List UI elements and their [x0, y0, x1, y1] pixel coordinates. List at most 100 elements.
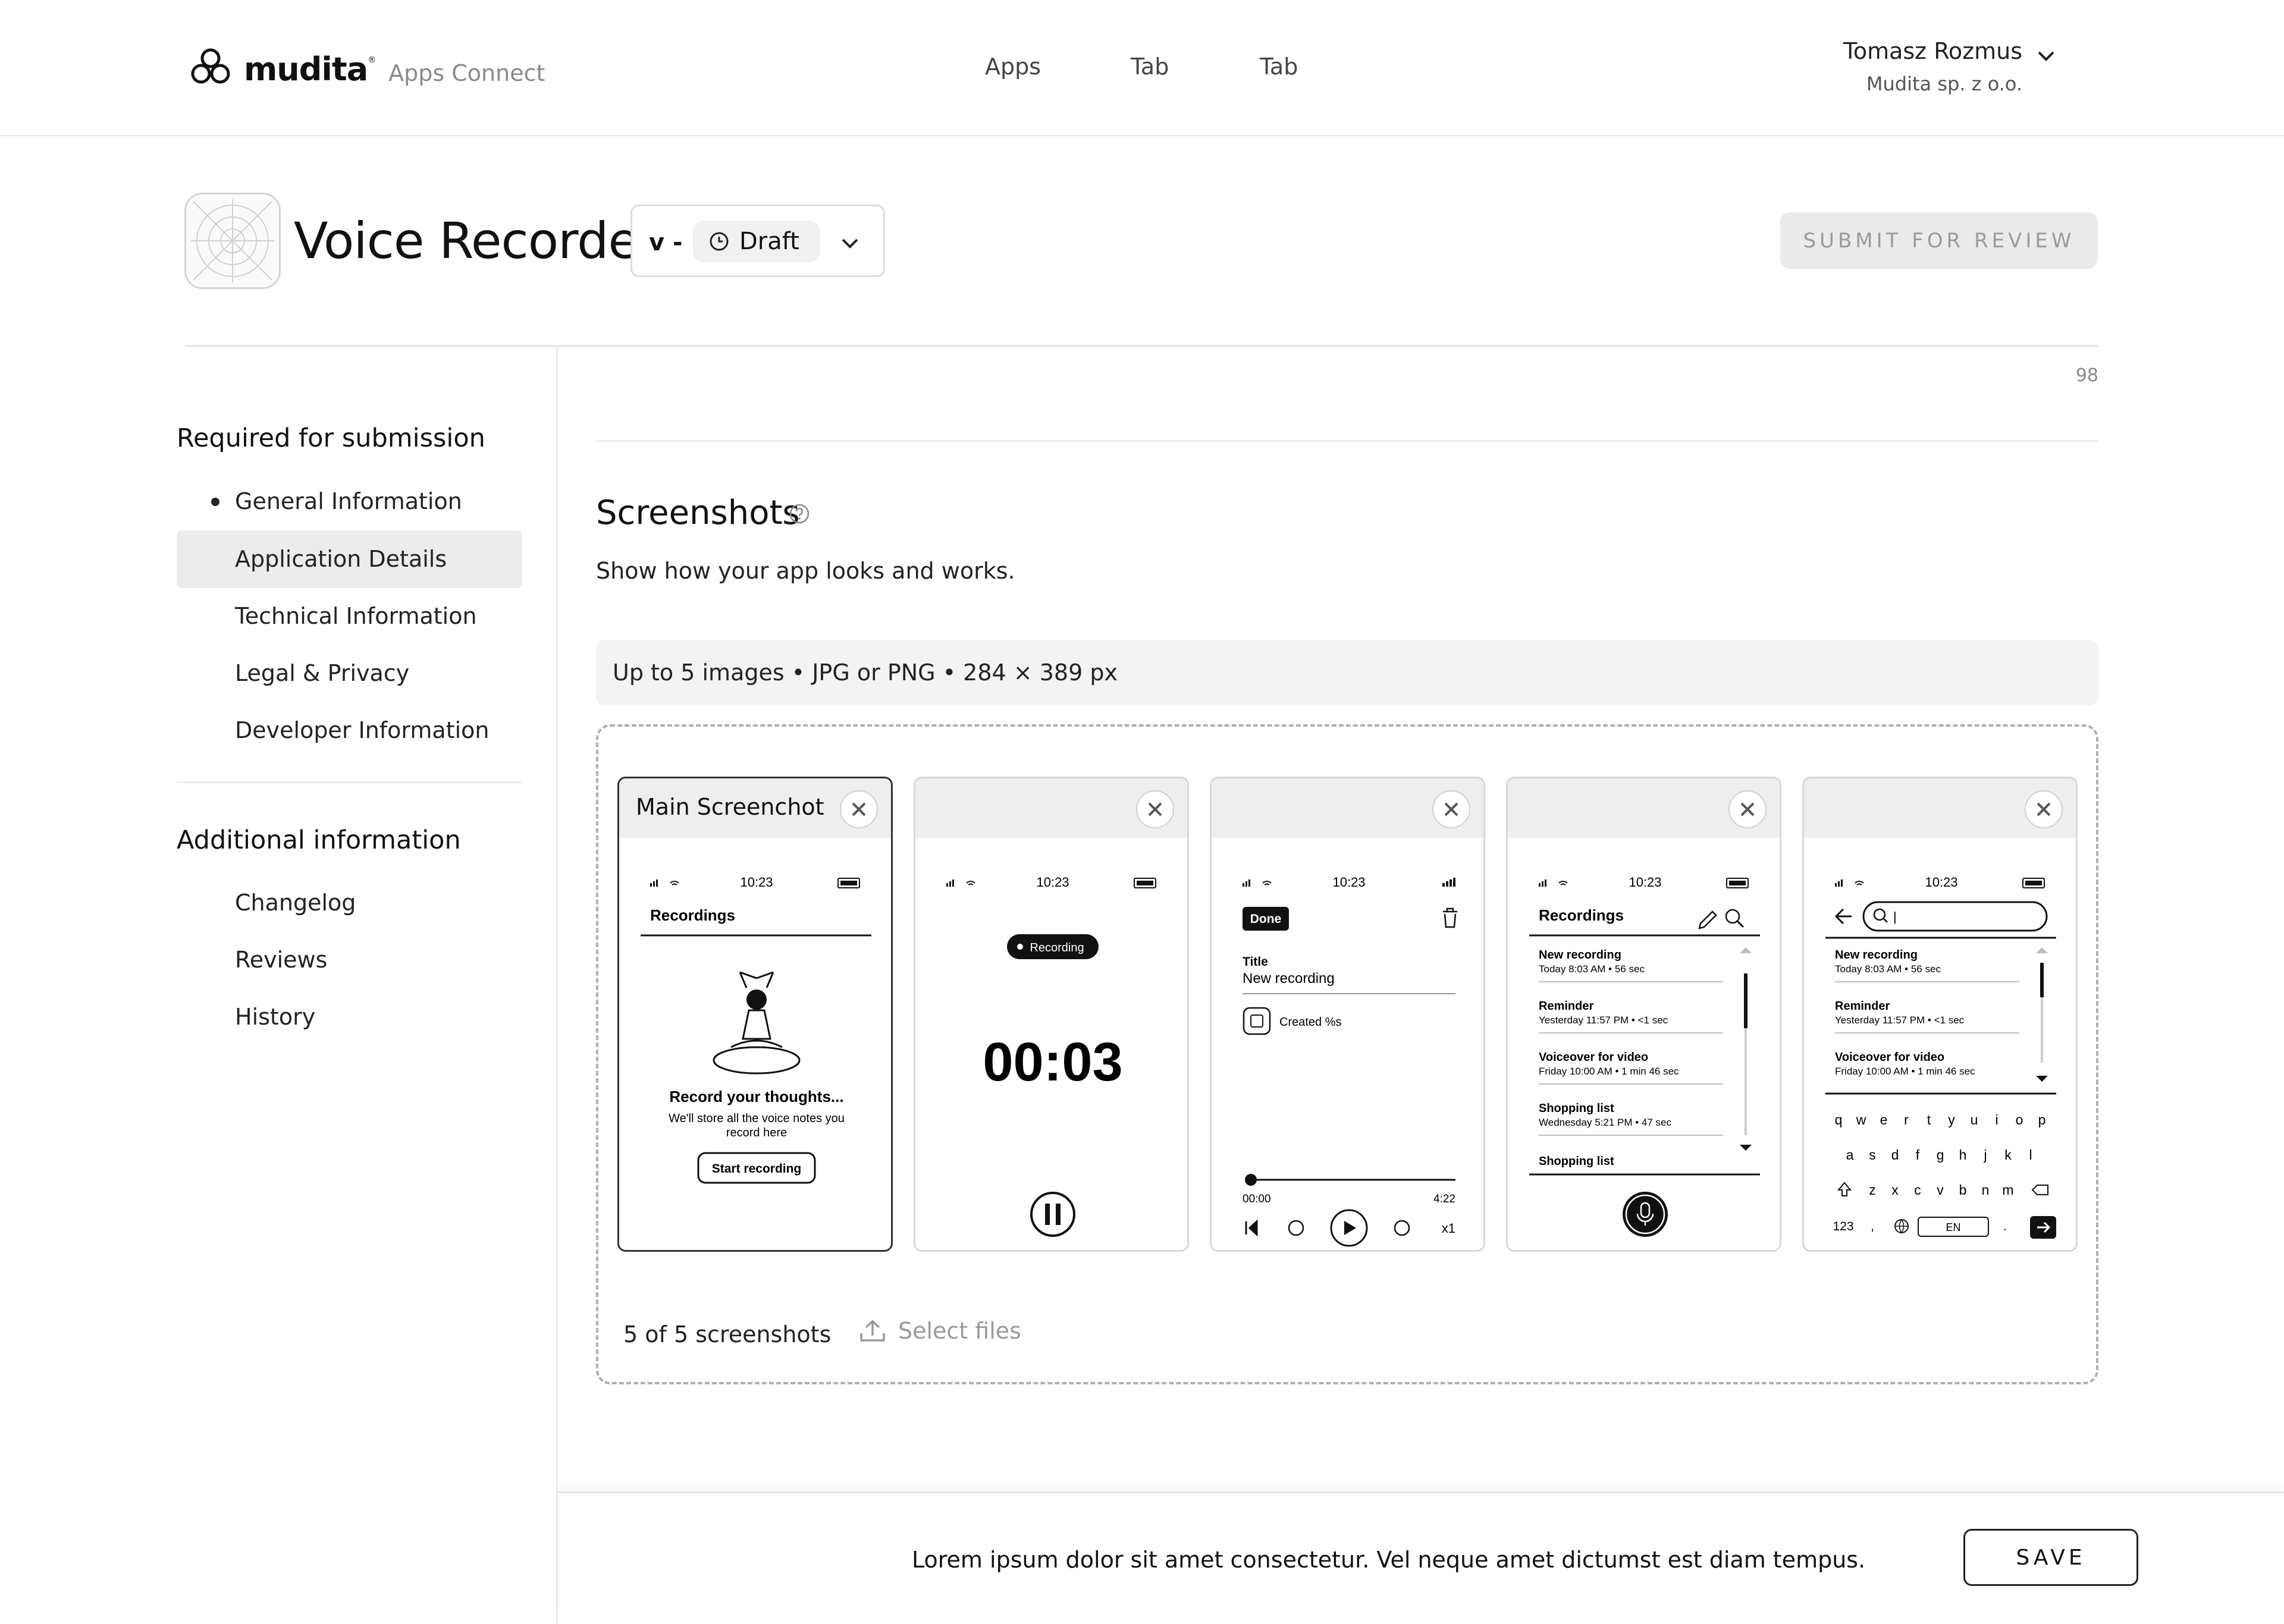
- remove-screenshot-button[interactable]: [1728, 790, 1767, 828]
- forward-icon: [1394, 1220, 1410, 1236]
- screenshot-preview: 10:23 Recordings Record your thoughts...…: [641, 875, 871, 1184]
- screenshot-preview: 10:23 Done Title New recording Created %…: [1243, 875, 1457, 1247]
- meditation-illustration-icon: [713, 971, 801, 1075]
- key: n: [1982, 1182, 1990, 1198]
- screenshot-preview: 10:23 | New recording Today 8:03 AM • 56…: [1825, 875, 2056, 1239]
- screenshot-dropzone[interactable]: Main Screenchot 10:23 Recordings Record …: [596, 724, 2098, 1384]
- remove-screenshot-button[interactable]: [2025, 790, 2063, 828]
- start-recording-label: Start recording: [712, 1162, 802, 1176]
- key: q: [1835, 1112, 1843, 1127]
- screenshot-preview: 10:23 Recording 00:03: [946, 875, 1156, 1237]
- list-item-meta: Friday 10:00 AM • 1 min 46 sec: [1539, 1066, 1679, 1077]
- logo[interactable]: mudita® Apps Connect: [188, 46, 545, 92]
- version-selector[interactable]: v - Draft: [630, 205, 885, 277]
- sidebar-item-changelog[interactable]: Changelog: [177, 874, 522, 932]
- empty-line-2: record here: [726, 1126, 787, 1139]
- status-time: 10:23: [1332, 875, 1365, 890]
- comma-key: ,: [1871, 1220, 1874, 1233]
- screenshot-card-title: Main Screenchot: [636, 794, 824, 820]
- screenshot-card-3[interactable]: 10:23 Done Title New recording Created %…: [1210, 777, 1485, 1252]
- sidebar-item-label: Reviews: [235, 947, 328, 973]
- created-label: Created %s: [1279, 1016, 1342, 1029]
- sidebar-item-label: General Information: [235, 488, 462, 514]
- key: h: [1959, 1147, 1967, 1163]
- list-item-name: Reminder: [1539, 1000, 1593, 1013]
- nav-tab-2[interactable]: Tab: [1260, 54, 1298, 80]
- backspace-icon: [2031, 1185, 2048, 1195]
- recording-badge: Recording: [1030, 941, 1084, 954]
- key: o: [2016, 1112, 2023, 1127]
- remove-screenshot-button[interactable]: [1136, 790, 1174, 828]
- current-dot: [211, 498, 219, 506]
- list-item-name: Voiceover for video: [1835, 1051, 1944, 1064]
- screenshot-card-1[interactable]: Main Screenchot 10:23 Recordings Record …: [617, 777, 893, 1252]
- sidebar-item-label: Application Details: [235, 546, 447, 572]
- section-description: Show how your app looks and works.: [596, 558, 1015, 584]
- recording-timer: 00:03: [983, 1032, 1122, 1092]
- divider: [596, 440, 2098, 442]
- top-header: mudita® Apps Connect Apps Tab Tab Tomasz…: [0, 0, 2284, 136]
- sidebar-heading-additional: Additional information: [177, 825, 461, 855]
- nav-tab-1[interactable]: Tab: [1131, 54, 1169, 80]
- sidebar-item-technical-information[interactable]: Technical Information: [177, 588, 522, 645]
- sidebar-item-legal-privacy[interactable]: Legal & Privacy: [177, 645, 522, 702]
- sidebar-divider: [556, 347, 558, 1624]
- status-time: 10:23: [740, 875, 773, 890]
- voice-recorder-app-icon: [191, 199, 274, 282]
- key: m: [2002, 1182, 2013, 1198]
- key: f: [1916, 1147, 1920, 1163]
- back-arrow-icon: [1834, 908, 1852, 925]
- bottom-message: Lorem ipsum dolor sit amet consectetur. …: [912, 1547, 1866, 1573]
- help-icon[interactable]: [789, 503, 810, 524]
- save-button[interactable]: SAVE: [1963, 1529, 2138, 1586]
- close-icon: [852, 802, 866, 816]
- mudita-logo-icon: [191, 48, 230, 84]
- key: l: [2029, 1147, 2032, 1163]
- key: i: [1995, 1112, 1998, 1127]
- pause-icon: [1030, 1192, 1075, 1237]
- select-files-button[interactable]: Select files: [858, 1318, 1021, 1344]
- submit-for-review-button[interactable]: SUBMIT FOR REVIEW: [1780, 212, 2098, 269]
- key: a: [1846, 1147, 1854, 1163]
- list-item-meta: Friday 10:00 AM • 1 min 46 sec: [1835, 1066, 1975, 1077]
- screenshot-card-4[interactable]: 10:23 Recordings New recording Today 8:0…: [1506, 777, 1781, 1252]
- nav-apps[interactable]: Apps: [985, 54, 1041, 80]
- status-time: 10:23: [1925, 875, 1957, 890]
- key: w: [1856, 1112, 1866, 1127]
- speed-label: x1: [1442, 1221, 1455, 1236]
- close-icon: [1148, 802, 1162, 816]
- user-menu[interactable]: Tomasz Rozmus Mudita sp. z o.o.: [1843, 38, 2054, 95]
- key: y: [1948, 1112, 1955, 1127]
- num-key: 123: [1833, 1220, 1853, 1233]
- remove-screenshot-button[interactable]: [840, 790, 878, 828]
- list-item-name: Reminder: [1835, 1000, 1890, 1013]
- sidebar-item-application-details[interactable]: Application Details: [177, 530, 522, 588]
- field-label: Title: [1243, 955, 1268, 969]
- shift-icon: [1837, 1182, 1852, 1196]
- key: c: [1914, 1182, 1921, 1198]
- status-time: 10:23: [1629, 875, 1661, 890]
- sidebar-item-general-information[interactable]: General Information: [177, 473, 522, 530]
- screenshot-card-5[interactable]: 10:23 | New recording Today 8:03 AM • 56…: [1802, 777, 2078, 1252]
- period-key: .: [2003, 1220, 2007, 1233]
- screenshot-card-header: [1508, 778, 1780, 838]
- sidebar-item-history[interactable]: History: [177, 988, 522, 1046]
- list-item-meta: Today 8:03 AM • 56 sec: [1835, 963, 1941, 975]
- status-time: 10:23: [1036, 875, 1069, 890]
- empty-title: Record your thoughts...: [669, 1088, 843, 1105]
- sidebar-item-developer-information[interactable]: Developer Information: [177, 702, 522, 759]
- list-item-meta: Yesterday 11:57 PM • <1 sec: [1835, 1014, 1965, 1026]
- status-badge: Draft: [693, 221, 820, 262]
- sidebar-item-reviews[interactable]: Reviews: [177, 931, 522, 989]
- screenshot-preview: 10:23 Recordings New recording Today 8:0…: [1529, 875, 1760, 1237]
- play-icon: [1344, 1221, 1356, 1235]
- list-item-name: New recording: [1539, 948, 1621, 962]
- list-item-meta: Yesterday 11:57 PM • <1 sec: [1539, 1014, 1668, 1026]
- screenshot-card-header: [1804, 778, 2076, 838]
- screenshot-card-2[interactable]: 10:23 Recording 00:03: [914, 777, 1189, 1252]
- remove-screenshot-button[interactable]: [1432, 790, 1470, 828]
- key: k: [2004, 1147, 2012, 1163]
- close-icon: [1444, 802, 1458, 816]
- divider: [177, 781, 522, 783]
- list-item-meta: Today 8:03 AM • 56 sec: [1539, 963, 1645, 975]
